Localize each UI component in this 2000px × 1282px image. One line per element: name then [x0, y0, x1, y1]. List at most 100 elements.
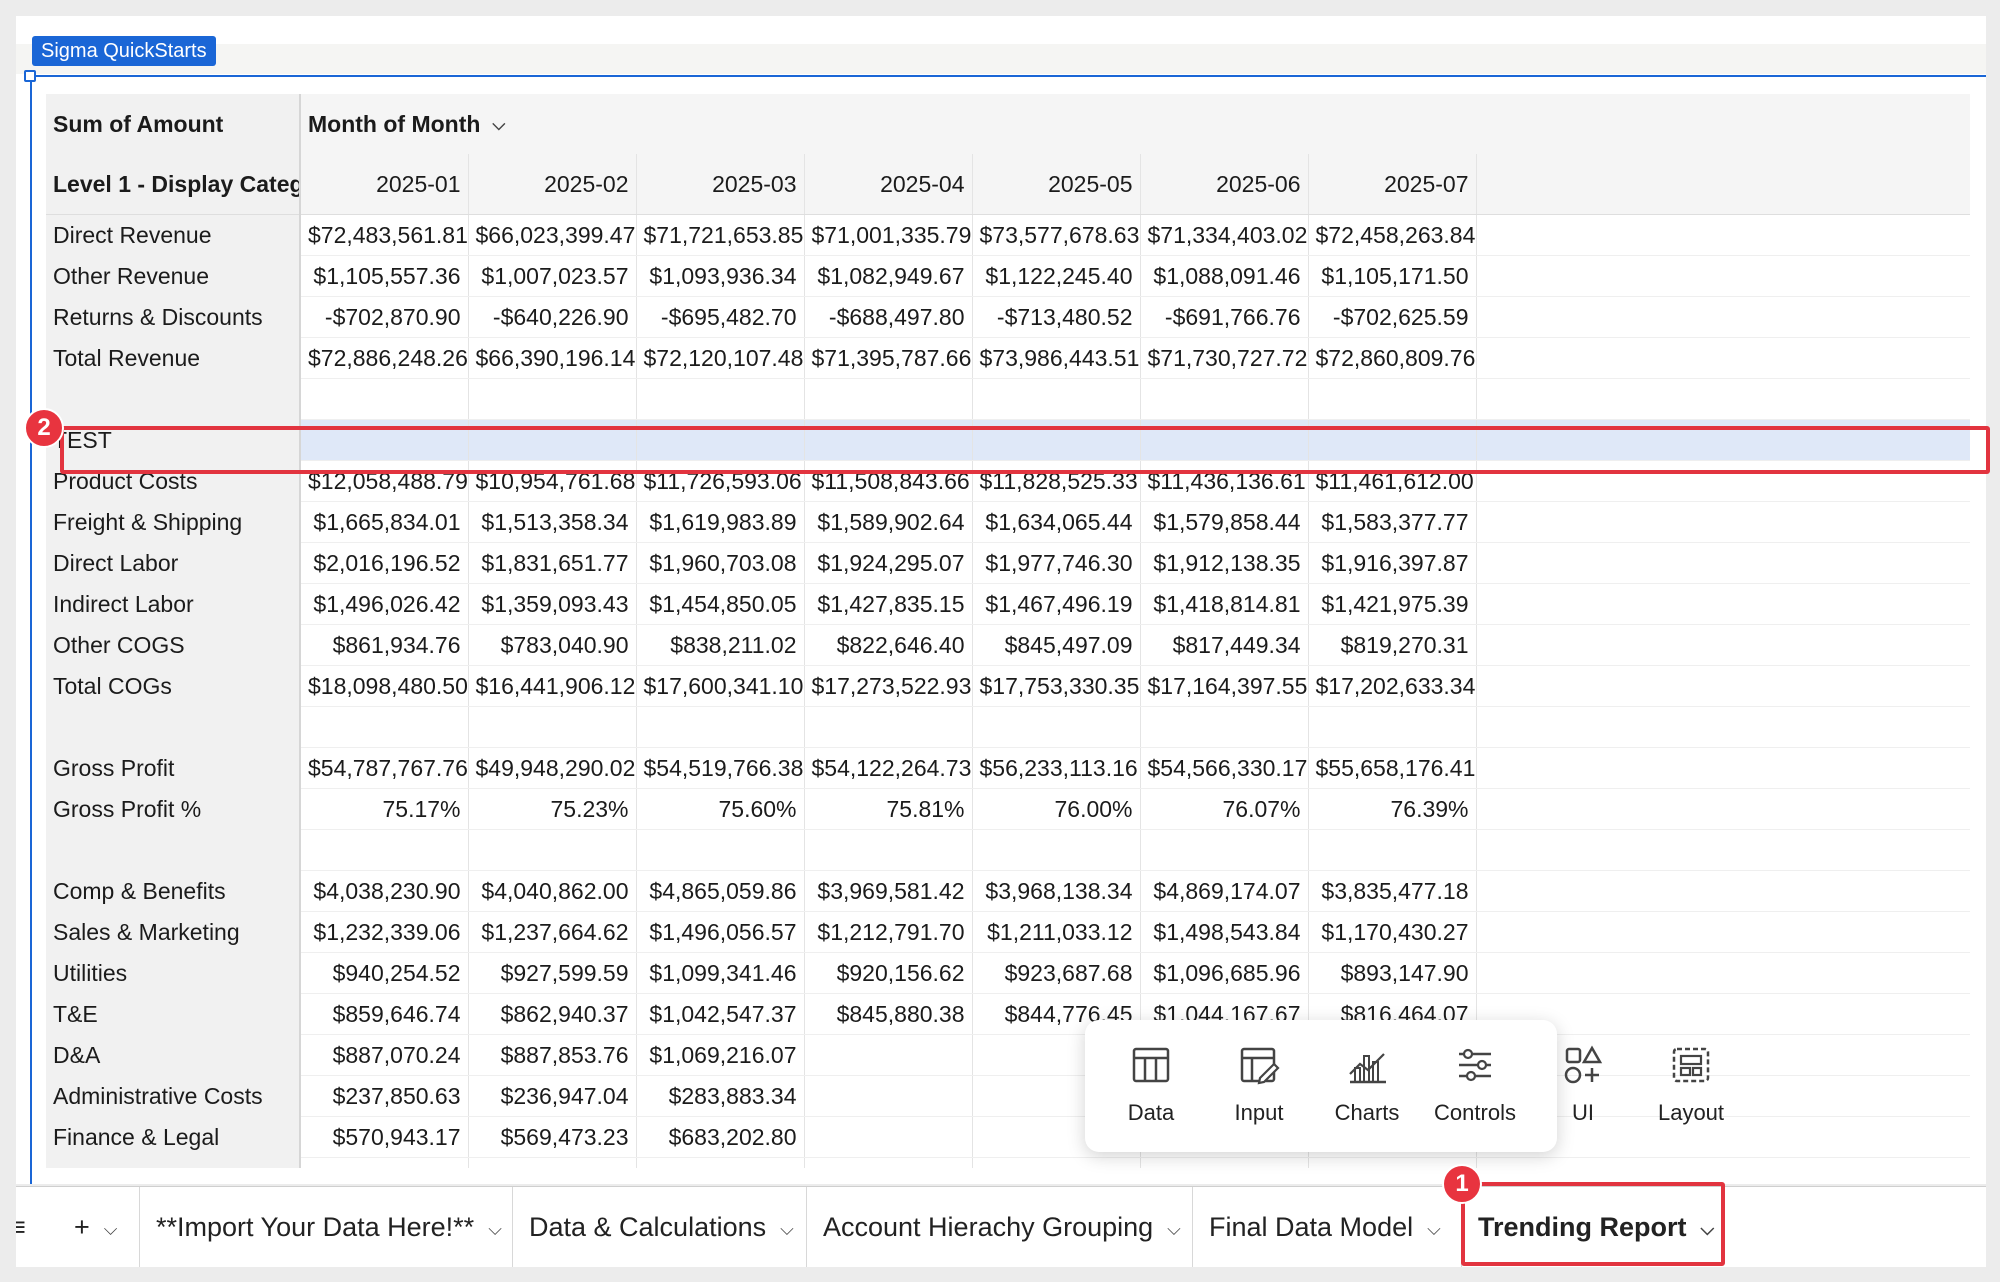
month-column-header[interactable]: 2025-01: [300, 154, 469, 215]
value-cell[interactable]: $1,096,685.96: [1140, 952, 1309, 994]
value-cell[interactable]: $73,0: [1476, 337, 1970, 379]
value-cell[interactable]: [804, 378, 973, 420]
value-cell[interactable]: $1,634,065.44: [972, 501, 1141, 543]
value-cell[interactable]: $783,040.90: [468, 624, 637, 666]
column-field-header[interactable]: Month of Month ⌵: [300, 94, 1970, 154]
value-cell[interactable]: $893,147.90: [1308, 952, 1477, 994]
row-field-header[interactable]: Level 1 - Display Category⌵: [46, 154, 301, 215]
value-cell[interactable]: $17,1: [1476, 665, 1970, 707]
value-cell[interactable]: $4,040,862.00: [468, 870, 637, 912]
pivot-row[interactable]: Total COGs $18,098,480.50 $16,441,906.12 $1…: [46, 665, 1970, 707]
value-cell[interactable]: $927,599.59: [468, 952, 637, 994]
value-cell[interactable]: $73,577,678.63: [972, 214, 1141, 256]
value-cell[interactable]: [804, 1075, 973, 1117]
value-cell[interactable]: $1,4: [1476, 583, 1970, 625]
value-cell[interactable]: [1476, 788, 1970, 830]
value-cell[interactable]: [1308, 706, 1477, 748]
value-cell[interactable]: [636, 706, 805, 748]
month-column-header[interactable]: 2025-08: [1476, 154, 1970, 215]
value-cell[interactable]: $16,441,906.12: [468, 665, 637, 707]
palette-ui-button[interactable]: UI: [1529, 1044, 1637, 1126]
value-cell[interactable]: $887,070.24: [300, 1034, 469, 1076]
value-cell[interactable]: $71,395,787.66: [804, 337, 973, 379]
palette-input-button[interactable]: Input: [1205, 1044, 1313, 1126]
value-cell[interactable]: -$688,497.80: [804, 296, 973, 338]
value-cell[interactable]: [468, 378, 637, 420]
value-cell[interactable]: $17,273,522.93: [804, 665, 973, 707]
pivot-row[interactable]: Freight & Shipping $1,665,834.01 $1,513,35…: [46, 501, 1970, 543]
value-cell[interactable]: $569,473.23: [468, 1116, 637, 1158]
value-cell[interactable]: $8,766,335.26: [300, 1157, 469, 1168]
add-page-button[interactable]: + ⌵: [44, 1187, 140, 1267]
value-cell[interactable]: [636, 829, 805, 871]
value-cell[interactable]: $71,721,653.85: [636, 214, 805, 256]
value-cell[interactable]: $819,270.31: [1308, 624, 1477, 666]
value-cell[interactable]: $71,001,335.79: [804, 214, 973, 256]
value-cell[interactable]: -$702,625.59: [1308, 296, 1477, 338]
value-cell[interactable]: $1,105,557.36: [300, 255, 469, 297]
value-cell[interactable]: [468, 829, 637, 871]
value-cell[interactable]: [1476, 378, 1970, 420]
chevron-down-icon[interactable]: ⌵: [492, 115, 505, 135]
value-cell[interactable]: $1,912,138.35: [1140, 542, 1309, 584]
value-cell[interactable]: $1,5: [1476, 501, 1970, 543]
value-cell[interactable]: $73,986,443.51: [972, 337, 1141, 379]
value-cell[interactable]: [636, 378, 805, 420]
value-cell[interactable]: $1,496,056.57: [636, 911, 805, 953]
month-column-header[interactable]: 2025-02: [468, 154, 637, 215]
value-cell[interactable]: $66,390,196.14: [468, 337, 637, 379]
value-cell[interactable]: $923,687.68: [972, 952, 1141, 994]
value-cell[interactable]: -$713,480.52: [972, 296, 1141, 338]
value-cell[interactable]: $8,614,014.00: [972, 1157, 1141, 1168]
value-cell[interactable]: $920,156.62: [804, 952, 973, 994]
value-cell[interactable]: $1,211,033.12: [972, 911, 1141, 953]
pivot-row[interactable]: Gross Profit $54,787,767.76 $49,948,290.02…: [46, 747, 1970, 789]
value-cell[interactable]: $72,6: [1476, 214, 1970, 256]
value-cell[interactable]: $10,545,867.55: [1140, 1157, 1309, 1168]
pivot-row[interactable]: Total Operating Expenses$8,766,335.26$8,…: [46, 1157, 1970, 1168]
value-cell[interactable]: $237,850.63: [300, 1075, 469, 1117]
value-cell[interactable]: $1,099,341.46: [636, 952, 805, 994]
value-cell[interactable]: $861,934.76: [300, 624, 469, 666]
palette-controls-button[interactable]: Controls: [1421, 1044, 1529, 1126]
value-cell[interactable]: $838,211.02: [636, 624, 805, 666]
value-cell[interactable]: $4,869,174.07: [1140, 870, 1309, 912]
value-cell[interactable]: $17,753,330.35: [972, 665, 1141, 707]
value-cell[interactable]: $10,539,307.47: [636, 1157, 805, 1168]
value-cell[interactable]: $1,427,835.15: [804, 583, 973, 625]
value-cell[interactable]: $72,860,809.76: [1308, 337, 1477, 379]
value-cell[interactable]: $1,042,547.37: [636, 993, 805, 1035]
value-cell[interactable]: 75.17%: [300, 788, 469, 830]
value-cell[interactable]: $1,9: [1476, 542, 1970, 584]
value-cell[interactable]: [1140, 829, 1309, 871]
value-cell[interactable]: $1,093,936.34: [636, 255, 805, 297]
resize-handle[interactable]: [24, 70, 36, 82]
value-cell[interactable]: -$7: [1476, 296, 1970, 338]
value-cell[interactable]: $845,497.09: [972, 624, 1141, 666]
value-cell[interactable]: $54,787,767.76: [300, 747, 469, 789]
value-cell[interactable]: $1,069,216.07: [636, 1034, 805, 1076]
value-cell[interactable]: $10,2: [1476, 1157, 1970, 1168]
tab-final-data-model[interactable]: Final Data Model ⌵: [1193, 1187, 1462, 1267]
value-cell[interactable]: $1,589,902.64: [804, 501, 973, 543]
tab-import-your-data[interactable]: **Import Your Data Here!** ⌵: [140, 1187, 513, 1267]
month-column-header[interactable]: 2025-06: [1140, 154, 1309, 215]
value-cell[interactable]: $1,4: [1476, 911, 1970, 953]
pivot-row[interactable]: T&E $859,646.74 $862,940.37 $1,042,547.37 $8…: [46, 993, 1970, 1035]
value-cell[interactable]: $1,088,091.46: [1140, 255, 1309, 297]
value-cell[interactable]: $1,1: [1476, 255, 1970, 297]
pivot-row[interactable]: Returns & Discounts -$702,870.90 -$640,226…: [46, 296, 1970, 338]
pages-menu-button[interactable]: ≡: [16, 1187, 44, 1267]
value-cell[interactable]: $55,9: [1476, 747, 1970, 789]
value-cell[interactable]: [972, 706, 1141, 748]
value-cell[interactable]: $862,940.37: [468, 993, 637, 1035]
value-cell[interactable]: $54,566,330.17: [1140, 747, 1309, 789]
pivot-row[interactable]: Gross Profit % 75.17% 75.23% 75.60% 75.81% 76…: [46, 788, 1970, 830]
palette-data-button[interactable]: Data: [1097, 1044, 1205, 1126]
palette-charts-button[interactable]: Charts: [1313, 1044, 1421, 1126]
pivot-blank-row[interactable]: [46, 378, 1970, 420]
container-label[interactable]: Sigma QuickStarts: [32, 36, 216, 66]
value-cell[interactable]: $1,0: [1476, 952, 1970, 994]
value-cell[interactable]: $4,7: [1476, 870, 1970, 912]
value-cell[interactable]: $18,098,480.50: [300, 665, 469, 707]
